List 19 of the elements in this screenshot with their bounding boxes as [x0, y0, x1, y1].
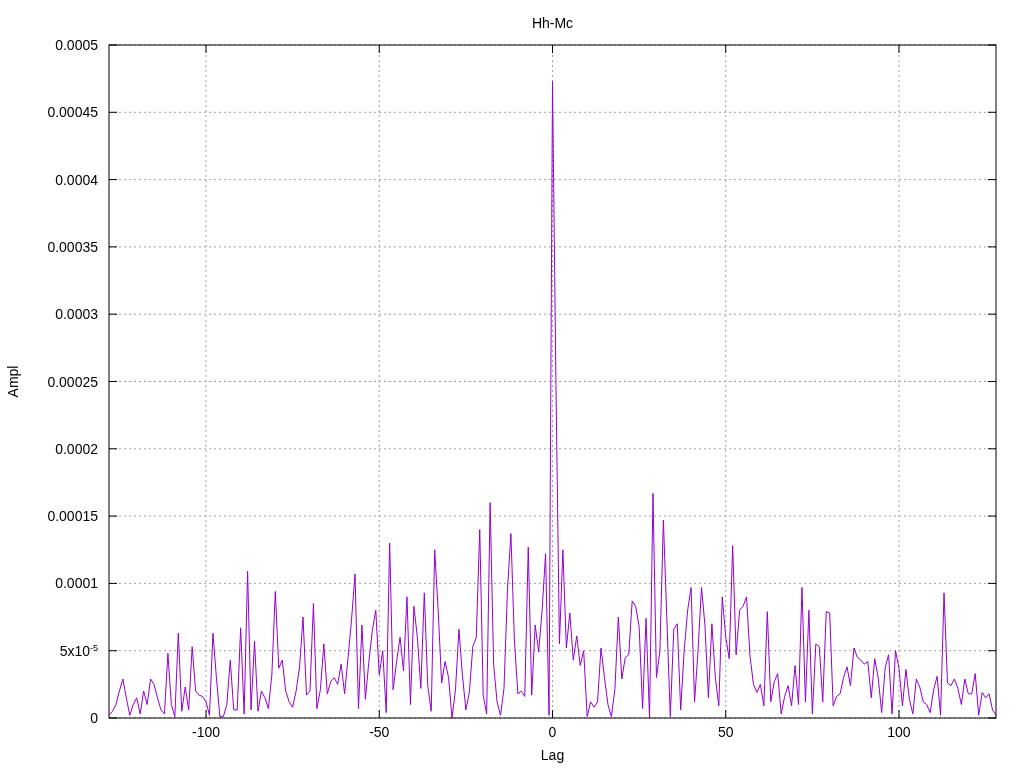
x-tick-label: 0	[548, 724, 557, 740]
y-tick-label: 0.00045	[47, 105, 98, 120]
x-tick-label: -50	[369, 724, 390, 740]
y-tick-label: 0.0002	[55, 441, 98, 456]
y-tick-label: 5x10$^{-5}$	[59, 643, 98, 658]
y-tick-label: 0.00015	[47, 509, 98, 524]
x-tick-label: -100	[192, 724, 221, 740]
chart-title: Hh-Mc	[531, 15, 574, 31]
y-tick-label: 0.00035	[47, 239, 98, 254]
y-axis-title: Ampl	[5, 365, 21, 398]
x-tick-label: 50	[717, 724, 734, 740]
x-axis-title: Lag	[540, 747, 565, 763]
y-tick-label: 0	[90, 711, 98, 725]
y-tick-label: 0.0004	[55, 172, 98, 187]
y-tick-label: 0.0005	[55, 38, 98, 52]
y-tick-label: 0.0001	[55, 576, 98, 591]
x-tick-label: 100	[887, 724, 911, 740]
y-tick-label: 0.00025	[47, 374, 98, 389]
y-tick-label: 0.0003	[55, 307, 98, 322]
